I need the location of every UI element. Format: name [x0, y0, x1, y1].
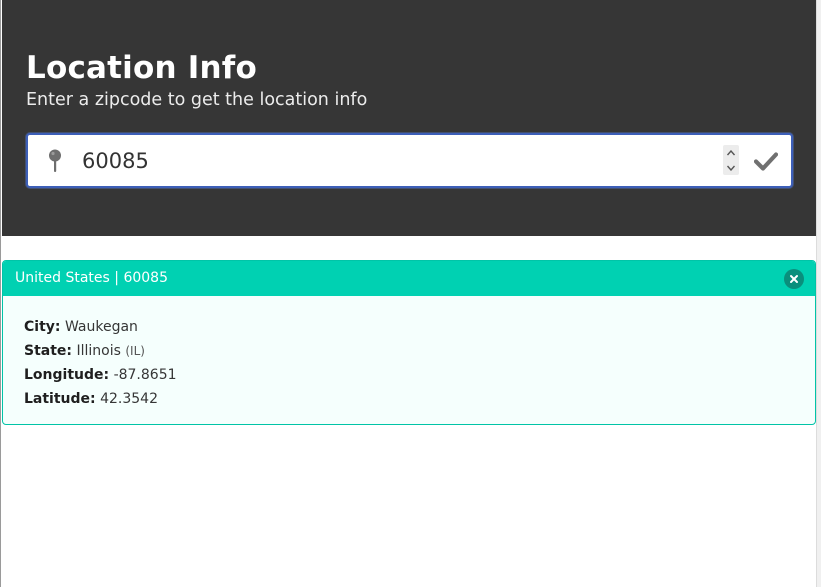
- spinner-up-icon[interactable]: [723, 145, 739, 160]
- close-icon: [790, 275, 798, 283]
- result-zip: 60085: [123, 270, 168, 286]
- location-result-card: United States | 60085 City: Waukegan Sta…: [2, 260, 816, 425]
- window-scroll-gutter: [816, 0, 821, 587]
- result-header: United States | 60085: [3, 261, 815, 296]
- state-row: State: Illinois (IL): [24, 339, 177, 363]
- longitude-row: Longitude: -87.8651: [24, 363, 177, 387]
- spinner-down-icon[interactable]: [723, 160, 739, 175]
- page-subtitle: Enter a zipcode to get the location info: [26, 90, 368, 110]
- number-spinner[interactable]: [723, 145, 739, 175]
- latitude-row: Latitude: 42.3542: [24, 387, 177, 411]
- latitude-label: Latitude:: [24, 391, 96, 407]
- longitude-label: Longitude:: [24, 367, 110, 383]
- longitude-value: -87.8651: [113, 367, 177, 383]
- app-frame: Location Info Enter a zipcode to get the…: [0, 0, 816, 587]
- checkmark-icon[interactable]: [753, 150, 779, 172]
- map-pin-icon: [48, 149, 62, 173]
- zipcode-input[interactable]: [82, 143, 712, 179]
- result-country: United States: [15, 270, 110, 286]
- state-label: State:: [24, 343, 73, 359]
- city-label: City:: [24, 319, 61, 335]
- page-title: Location Info: [26, 50, 257, 86]
- city-row: City: Waukegan: [24, 315, 177, 339]
- latitude-value: 42.3542: [100, 391, 158, 407]
- city-value: Waukegan: [64, 319, 138, 335]
- hero-section: Location Info Enter a zipcode to get the…: [2, 0, 816, 236]
- result-separator: |: [109, 270, 124, 286]
- state-value: Illinois: [76, 343, 121, 359]
- close-result-button[interactable]: [784, 269, 804, 289]
- result-details: City: Waukegan State: Illinois (IL) Long…: [24, 315, 177, 411]
- state-abbreviation: (IL): [125, 344, 145, 358]
- zipcode-search-box[interactable]: [26, 133, 793, 188]
